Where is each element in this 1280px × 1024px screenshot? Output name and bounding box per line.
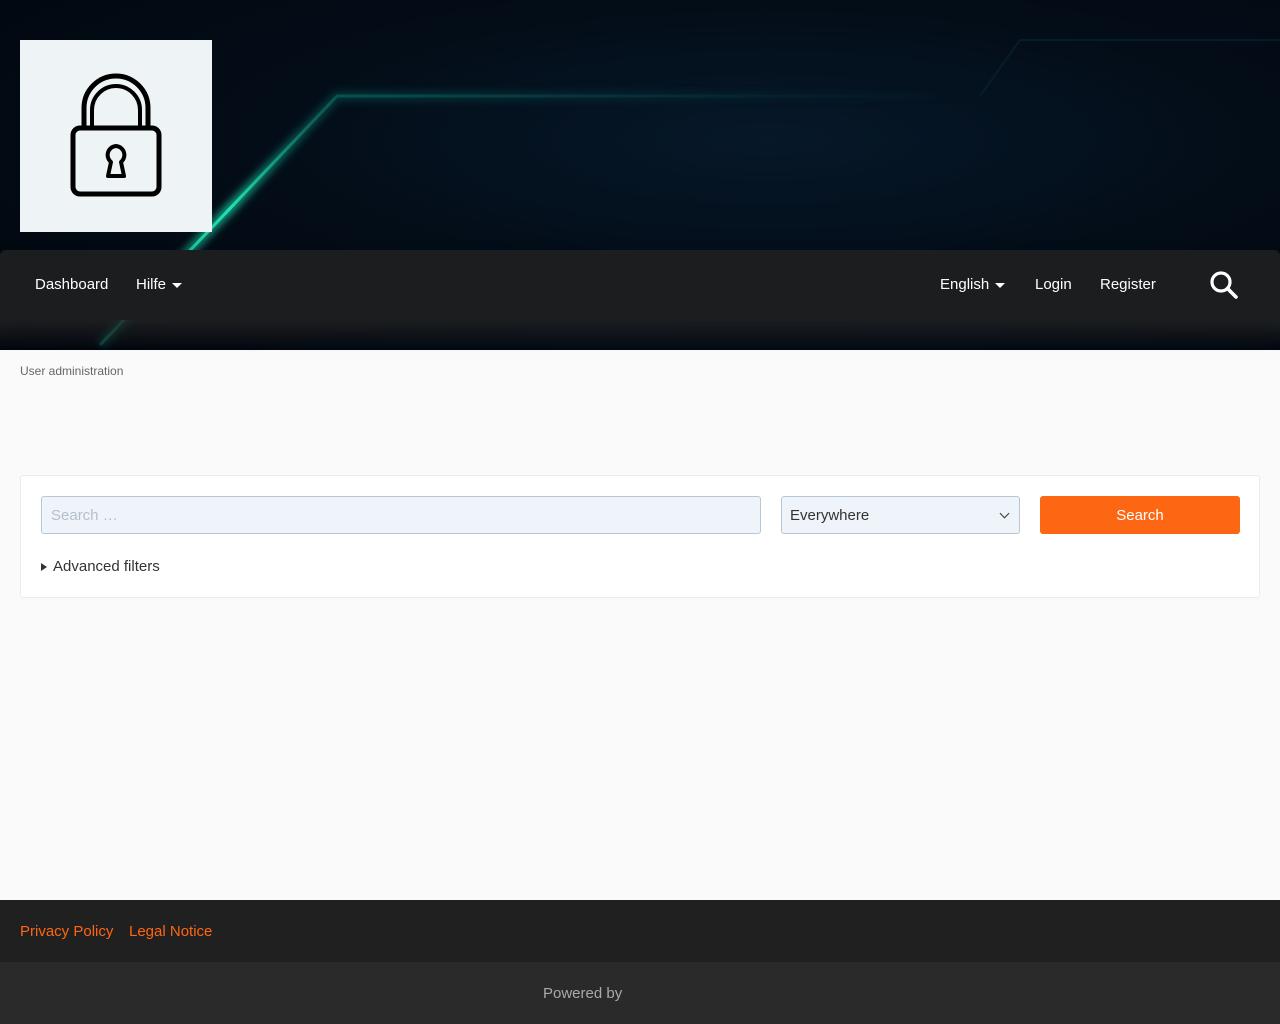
site-logo[interactable] [20, 40, 212, 232]
footer-links: Privacy Policy Legal Notice [0, 900, 1280, 962]
main-navigation: Dashboard Hilfe English Login Register [0, 250, 1280, 320]
caret-down-icon [172, 283, 183, 288]
search-icon [1210, 271, 1238, 299]
language-label: English [940, 276, 990, 293]
login-label: Login [1035, 276, 1072, 293]
padlock-icon [70, 73, 162, 197]
search-panel: Everywhere Search Advanced filters [20, 475, 1260, 598]
search-scope-select[interactable]: Everywhere [781, 496, 1020, 534]
language-selector[interactable]: English [940, 276, 1006, 293]
advanced-filters-toggle[interactable]: Advanced filters [41, 558, 160, 575]
register-link[interactable]: Register [1100, 276, 1156, 293]
search-button-label: Search [1116, 506, 1164, 524]
privacy-policy-link[interactable]: Privacy Policy [20, 923, 113, 940]
nav-item-dashboard[interactable]: Dashboard [35, 276, 108, 293]
nav-item-hilfe[interactable]: Hilfe [136, 276, 183, 293]
nav-item-label: Dashboard [35, 276, 109, 293]
chevron-down-icon [999, 508, 1010, 518]
breadcrumb-item[interactable]: User administration [20, 364, 123, 378]
breadcrumb[interactable]: User administration [20, 364, 123, 378]
caret-down-icon [995, 283, 1006, 288]
disclosure-triangle-icon [41, 562, 47, 571]
nav-shadow [0, 320, 1280, 350]
advanced-filters-label: Advanced filters [53, 558, 160, 575]
nav-item-label: Hilfe [136, 276, 167, 293]
search-input[interactable] [41, 496, 761, 534]
login-link[interactable]: Login [1035, 276, 1072, 293]
search-button[interactable]: Search [1040, 496, 1240, 534]
search-scope-value: Everywhere [790, 506, 870, 524]
powered-by-text: Powered by [543, 985, 623, 1002]
search-toggle-button[interactable] [1209, 270, 1239, 305]
register-label: Register [1100, 276, 1156, 293]
legal-notice-link[interactable]: Legal Notice [129, 923, 212, 940]
footer-copyright: Powered by [0, 962, 1280, 1024]
